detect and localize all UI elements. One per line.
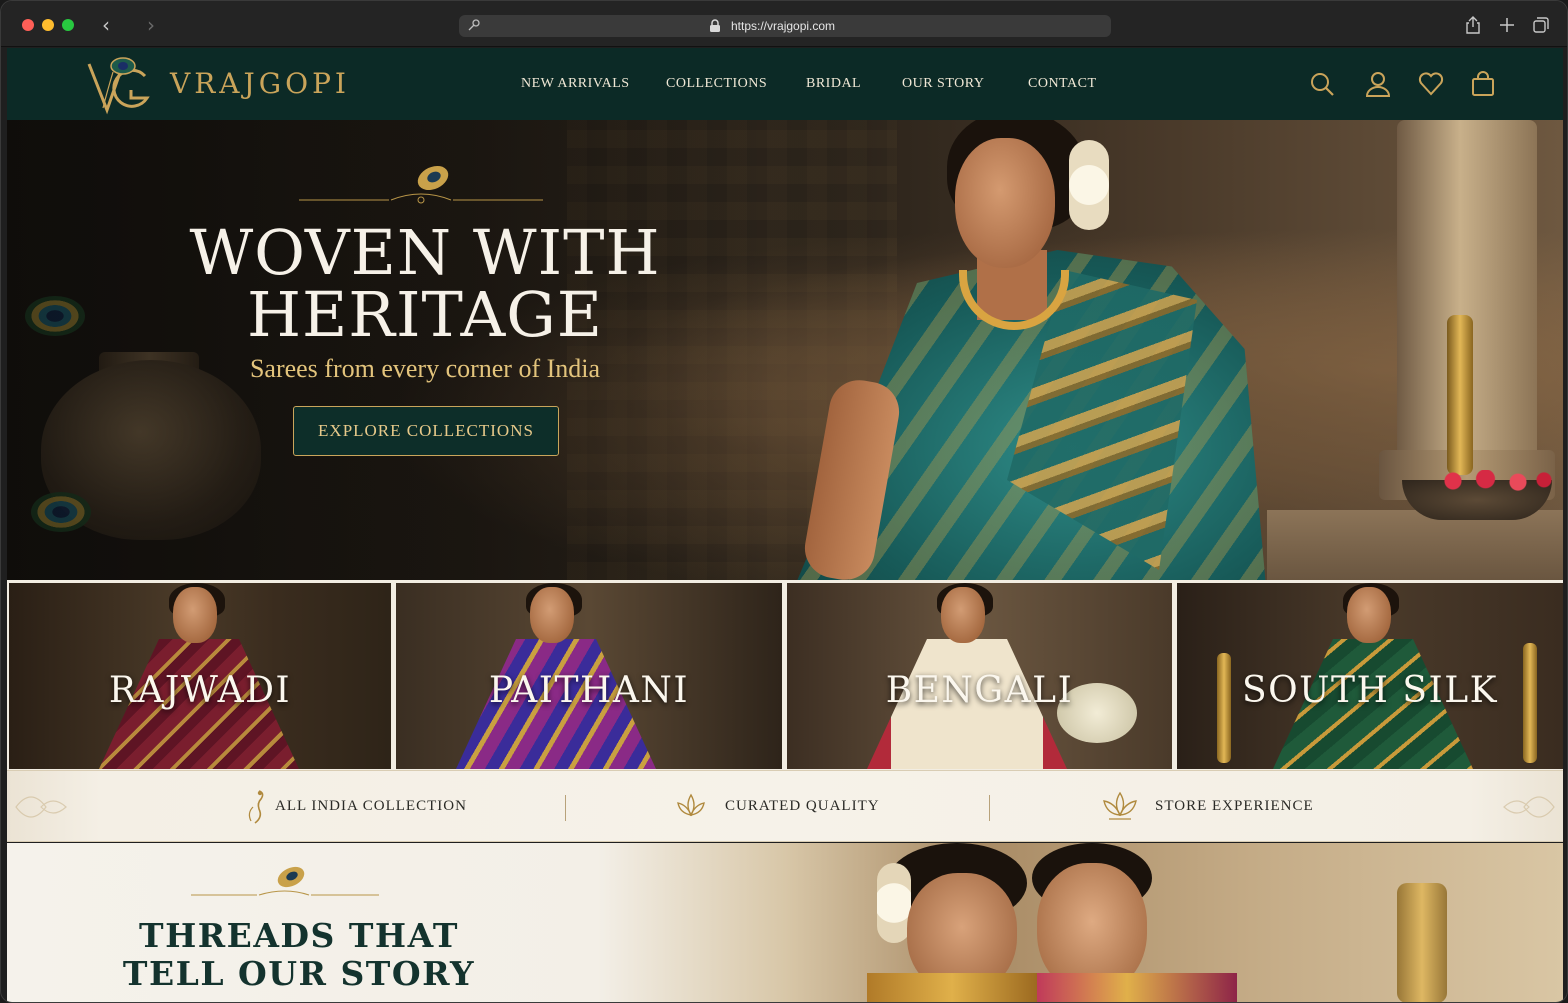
browser-toolbar: ‹ › https://vrajgopi.com (1, 1, 1567, 47)
site-header: VRAJGOPI NEW ARRIVALS COLLECTIONS BRIDAL… (7, 48, 1563, 120)
category-tile-rajwadi[interactable]: RAJWADI (9, 583, 391, 769)
category-tile-bengali[interactable]: BENGALI (787, 583, 1172, 769)
address-bar[interactable]: https://vrajgopi.com (459, 15, 1111, 37)
category-tile-paithani[interactable]: PAITHANI (396, 583, 782, 769)
floral-corner-ornament (1503, 796, 1555, 818)
peacock-feather-ornament (191, 866, 379, 896)
forward-arrow-icon[interactable]: › (141, 13, 161, 37)
nav-contact[interactable]: CONTACT (1028, 75, 1097, 93)
story-section: THREADS THAT TELL OUR STORY (7, 843, 1563, 1002)
lotus-icon (677, 793, 705, 817)
hero-banner: WOVEN WITH HERITAGE Sarees from every co… (7, 120, 1563, 580)
story-title-line1: THREADS THAT (139, 916, 459, 955)
hero-title-line2: HERITAGE (246, 278, 604, 351)
story-title: THREADS THAT TELL OUR STORY (107, 917, 491, 993)
hero-subtitle: Sarees from every corner of India (249, 354, 601, 383)
category-label: SOUTH SILK (1241, 670, 1499, 711)
hero-title: WOVEN WITH HERITAGE (137, 222, 713, 346)
category-label: RAJWADI (108, 670, 292, 711)
zoom-window-button[interactable] (62, 19, 74, 31)
account-icon[interactable] (1365, 71, 1391, 97)
divider (565, 795, 566, 821)
peacock-feather-ornament (299, 165, 543, 204)
brand-name[interactable]: VRAJGOPI (170, 67, 350, 101)
feature-all-india-collection: ALL INDIA COLLECTION (275, 798, 467, 814)
hero-model-image (697, 120, 1307, 580)
share-icon[interactable] (1463, 15, 1483, 35)
explore-collections-button[interactable]: EXPLORE COLLECTIONS (293, 406, 559, 456)
wishlist-heart-icon[interactable] (1418, 71, 1444, 97)
category-grid: RAJWADI PAITHANI BENGALI SOUTH SILK (7, 580, 1563, 770)
shopping-bag-icon[interactable] (1470, 71, 1496, 97)
floral-corner-ornament (15, 796, 67, 818)
lock-icon (710, 19, 720, 32)
nav-new-arrivals[interactable]: NEW ARRIVALS (521, 75, 630, 93)
lotus-flower-icon (1103, 791, 1137, 820)
features-strip: ALL INDIA COLLECTION CURATED QUALITY STO… (7, 770, 1563, 842)
story-title-line2: TELL OUR STORY (122, 954, 476, 993)
category-label: BENGALI (885, 670, 1074, 711)
tools-icon[interactable] (467, 18, 481, 32)
close-window-button[interactable] (22, 19, 34, 31)
brass-lamp (1447, 315, 1473, 475)
feature-store-experience: STORE EXPERIENCE (1155, 798, 1314, 814)
nav-our-story[interactable]: OUR STORY (902, 75, 984, 93)
rose-petals (1427, 470, 1557, 492)
search-icon[interactable] (1309, 71, 1335, 97)
minimize-window-button[interactable] (42, 19, 54, 31)
category-label: PAITHANI (488, 670, 690, 711)
brass-lamp (1397, 883, 1447, 1002)
feature-curated-quality: CURATED QUALITY (725, 798, 880, 814)
category-tile-south-silk[interactable]: SOUTH SILK (1177, 583, 1563, 769)
peacock-icon (248, 790, 264, 824)
back-arrow-icon[interactable]: ‹ (96, 13, 116, 37)
stone-step (1267, 510, 1563, 580)
model-face (955, 138, 1055, 268)
new-tab-icon[interactable] (1497, 15, 1517, 35)
vg-monogram-logo[interactable] (83, 52, 157, 116)
divider (989, 795, 990, 821)
url-text: https://vrajgopi.com (731, 19, 836, 33)
browser-window: ‹ › https://vrajgopi.com VRAJGOPI NEW AR… (0, 0, 1568, 1003)
jasmine-hair-flowers (1069, 140, 1109, 230)
mother-daughter-image (827, 843, 1247, 1002)
nav-collections[interactable]: COLLECTIONS (666, 75, 767, 93)
tab-overview-icon[interactable] (1531, 15, 1551, 35)
nav-bridal[interactable]: BRIDAL (806, 75, 861, 93)
